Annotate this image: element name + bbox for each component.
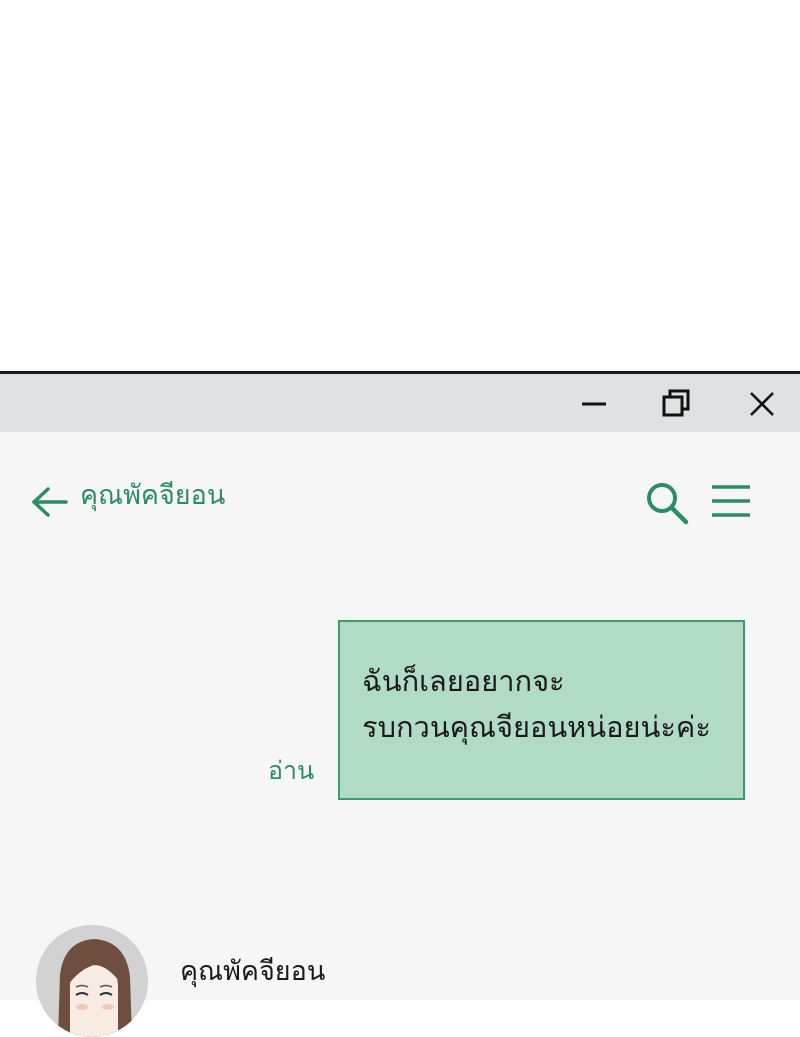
menu-button[interactable]	[708, 482, 754, 522]
back-button[interactable]	[30, 484, 70, 520]
hamburger-menu-icon	[712, 485, 750, 517]
chat-header: คุณพัคจียอน	[0, 432, 800, 542]
minimize-button[interactable]	[574, 384, 614, 424]
close-button[interactable]	[742, 384, 782, 424]
message-line: รบกวนคุณจียอนหน่อยน่ะค่ะ	[362, 710, 711, 744]
sender-name: คุณพัคจียอน	[180, 956, 326, 987]
restore-button[interactable]	[656, 384, 696, 424]
search-icon	[647, 483, 689, 525]
avatar[interactable]	[36, 925, 148, 1037]
arrow-left-icon	[32, 487, 68, 517]
blank-panel	[0, 0, 800, 371]
close-icon	[750, 392, 774, 416]
avatar-portrait	[36, 925, 148, 1037]
chat-window: คุณพัคจียอน อ่าน ฉันก็เลยอยากจะ รบกวนคุณ…	[0, 371, 800, 1037]
minimize-icon	[582, 402, 606, 406]
title-bar	[0, 374, 800, 432]
message-line: ฉันก็เลยอยากจะ	[362, 664, 565, 698]
read-status: อ่าน	[268, 756, 315, 785]
search-button[interactable]	[644, 480, 690, 526]
outgoing-message-bubble[interactable]: ฉันก็เลยอยากจะ รบกวนคุณจียอนหน่อยน่ะค่ะ	[338, 620, 745, 800]
restore-icon	[662, 389, 690, 417]
contact-name: คุณพัคจียอน	[80, 480, 226, 511]
